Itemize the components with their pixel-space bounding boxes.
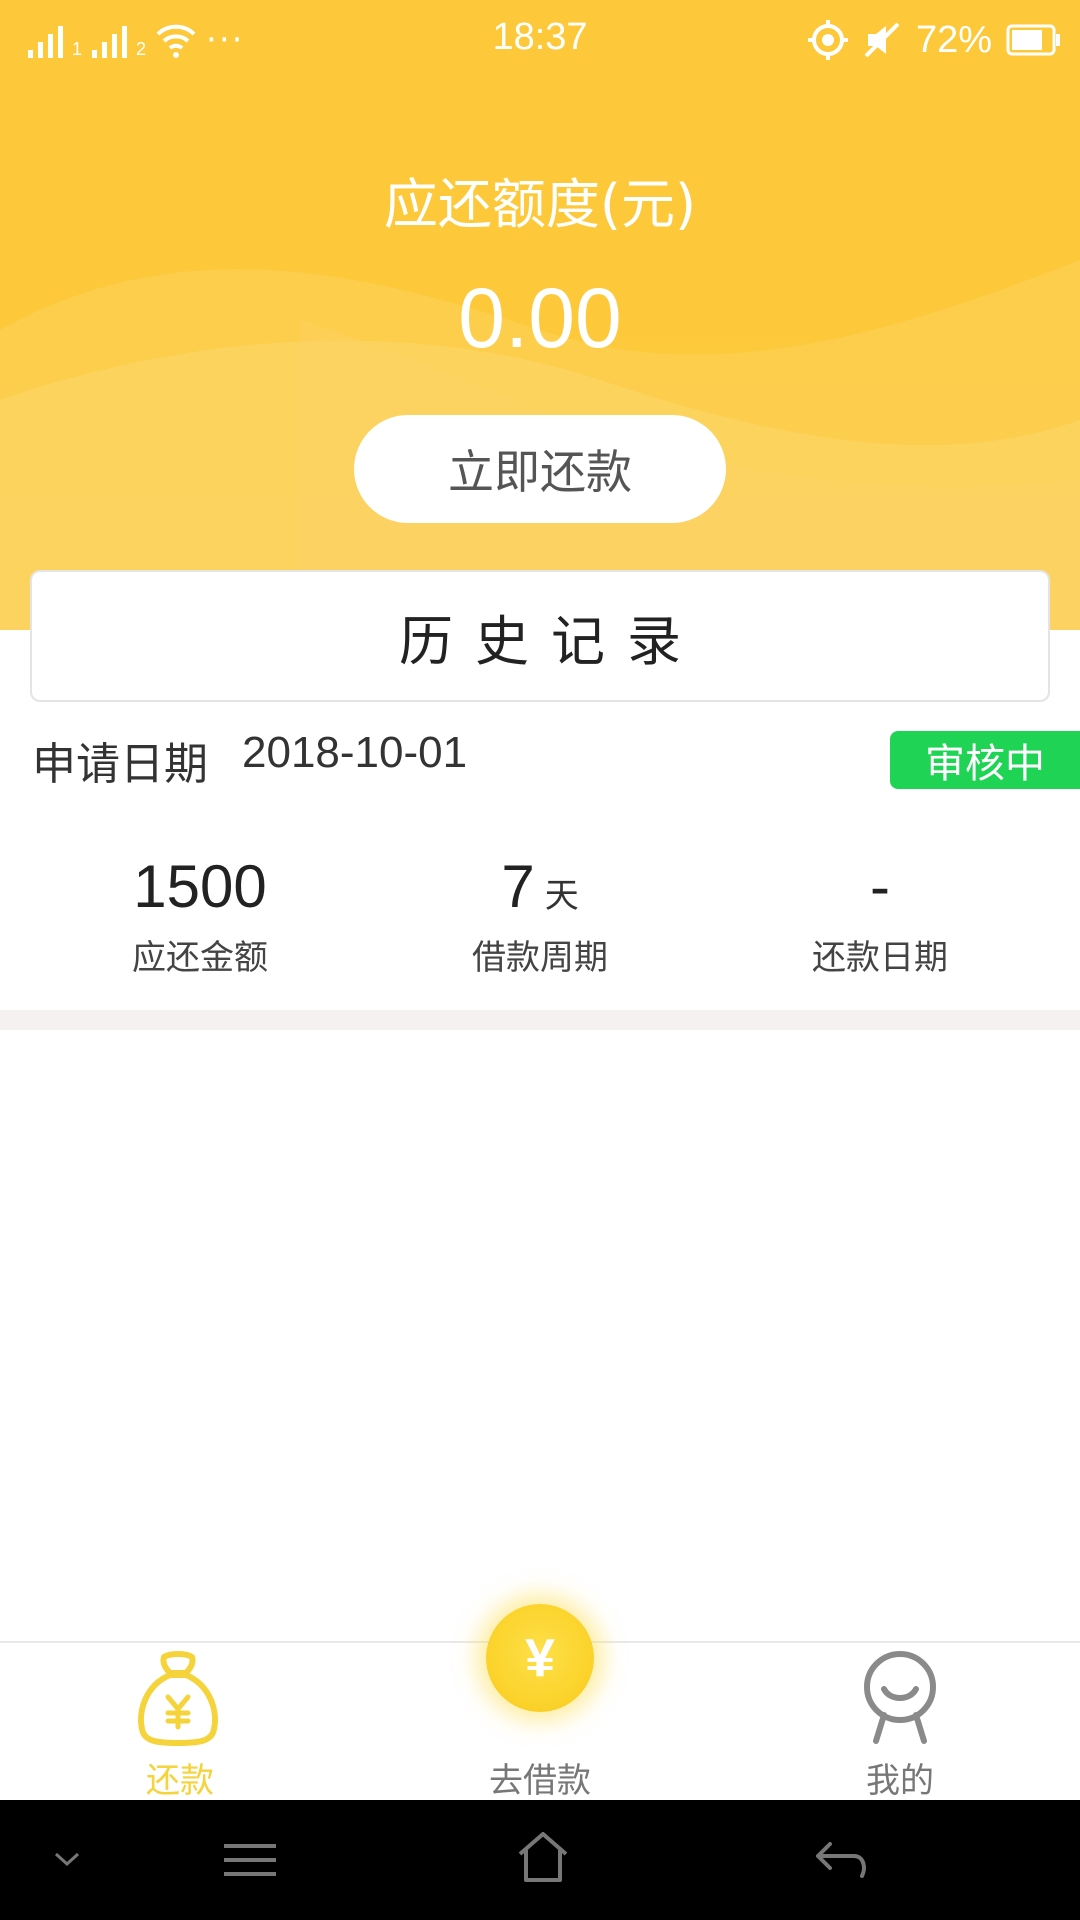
system-nav-bar: [0, 1800, 1080, 1920]
chevron-down-icon[interactable]: [52, 1850, 82, 1870]
apply-date-label: 申请日期: [32, 739, 208, 790]
status-bar: 1 2 ··· 18:37 72%: [0, 0, 1080, 80]
page-title: 应还额度(元): [383, 173, 697, 236]
tab-label: 我的: [866, 1761, 934, 1801]
location-icon: [807, 20, 848, 60]
stat-repay-date: - 还款日期: [700, 850, 1060, 979]
home-icon[interactable]: [516, 1830, 570, 1884]
repay-amount: 0.00: [458, 271, 622, 365]
user-face-icon: [864, 1651, 936, 1744]
mute-icon: [864, 22, 900, 58]
back-icon[interactable]: [814, 1838, 870, 1882]
section-divider: [0, 1010, 1080, 1030]
history-records-button[interactable]: 历史记录: [30, 570, 1050, 702]
tab-repay[interactable]: 还款: [0, 1643, 360, 1802]
yuan-coin-icon[interactable]: ¥: [486, 1604, 594, 1712]
apply-date-value: 2018-10-01: [242, 728, 468, 777]
tab-label: 还款: [146, 1761, 214, 1801]
stat-label: 还款日期: [812, 938, 948, 978]
apply-date-row: 申请日期 2018-10-01: [32, 728, 467, 792]
stat-repay-amount: 1500 应还金额: [20, 850, 380, 979]
tab-mine[interactable]: 我的: [720, 1643, 1080, 1802]
stat-loan-period: 7天 借款周期: [360, 850, 720, 979]
status-badge: 审核中: [890, 731, 1080, 789]
stat-label: 借款周期: [472, 938, 608, 978]
stat-label: 应还金额: [132, 938, 268, 978]
menu-icon[interactable]: [222, 1840, 278, 1880]
stat-value: -: [870, 853, 890, 920]
record-stats: 1500 应还金额 7天 借款周期 - 还款日期: [0, 850, 1080, 980]
tab-label: 去借款: [489, 1761, 591, 1801]
battery-percent: 72%: [915, 18, 992, 61]
money-bag-icon: [138, 1651, 218, 1746]
repay-now-button[interactable]: 立即还款: [354, 415, 726, 523]
header-banner: 1 2 ··· 18:37 72% 应还额度(元) 0.00 立即还款: [0, 0, 1080, 630]
stat-unit: 天: [544, 877, 579, 915]
battery-icon: [1006, 24, 1060, 56]
status-right: 72%: [807, 16, 1062, 64]
stat-value: 7: [501, 853, 535, 920]
stat-value: 1500: [133, 853, 267, 920]
